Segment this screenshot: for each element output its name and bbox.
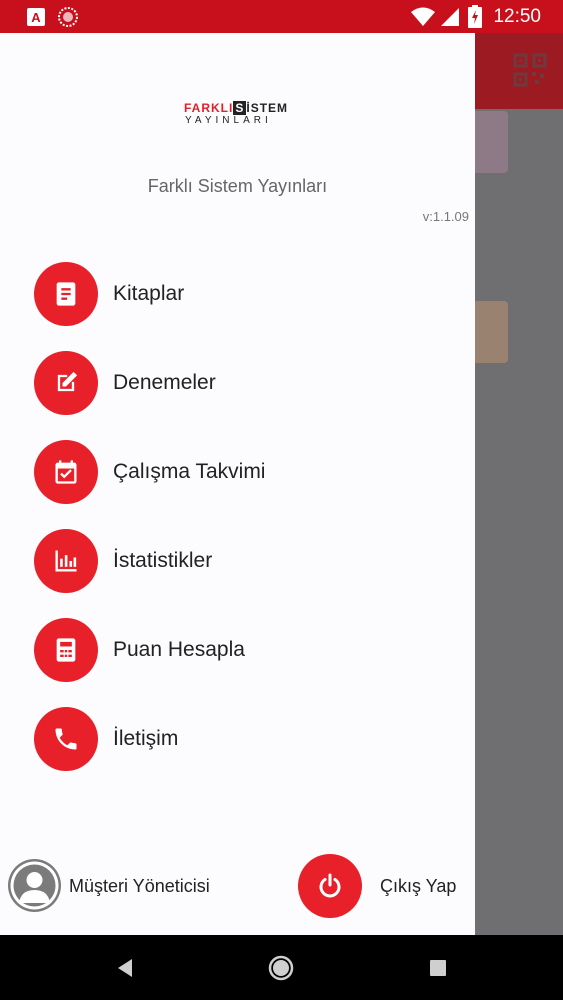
back-icon[interactable] (112, 954, 140, 982)
home-icon[interactable] (267, 954, 295, 982)
app-version: v:1.1.09 (422, 209, 469, 224)
menu-item-istatistikler[interactable]: İstatistikler (34, 529, 454, 593)
customer-manager-button[interactable]: Müşteri Yöneticisi (8, 859, 278, 913)
company-name: Farklı Sistem Yayınları (147, 176, 328, 196)
status-time: 12:50 (493, 6, 541, 27)
recents-icon[interactable] (424, 954, 452, 982)
status-bar: A 12:50 (0, 0, 563, 33)
system-navigation-bar (0, 935, 563, 1000)
calendar-check-icon (34, 440, 98, 504)
bar-chart-icon (34, 529, 98, 593)
menu-item-label: İletişim (113, 727, 179, 750)
avatar (8, 859, 61, 912)
badge-notification-icon (58, 7, 78, 27)
book-icon (34, 262, 98, 326)
phone-icon (34, 707, 98, 771)
navigation-drawer: FARKLI S İSTEM YAYINLARI Farklı Sistem Yay… (0, 33, 475, 935)
logout-button[interactable]: Çıkış Yap (298, 854, 468, 918)
menu-item-iletisim[interactable]: İletişim (34, 707, 454, 771)
app-notification-icon: A (27, 8, 45, 26)
menu-item-kitaplar[interactable]: Kitaplar (34, 262, 454, 326)
logout-label: Çıkış Yap (380, 876, 457, 896)
menu-item-label: İstatistikler (113, 549, 213, 572)
menu-item-label: Denemeler (113, 371, 216, 394)
edit-icon (34, 351, 98, 415)
menu-item-calisma-takvimi[interactable]: Çalışma Takvimi (34, 440, 454, 504)
menu-item-label: Çalışma Takvimi (113, 460, 266, 483)
menu-item-label: Kitaplar (113, 282, 185, 305)
signal-icon (441, 8, 459, 26)
qr-code-icon[interactable] (513, 53, 547, 87)
background-card (475, 111, 508, 173)
customer-manager-label: Müşteri Yöneticisi (69, 876, 210, 896)
wifi-icon (411, 7, 435, 26)
menu-item-label: Puan Hesapla (113, 638, 245, 661)
battery-icon (468, 5, 482, 28)
svg-text:A: A (31, 10, 41, 25)
background-app[interactable] (475, 33, 563, 935)
background-card (475, 301, 508, 363)
calculator-icon (34, 618, 98, 682)
menu-item-denemeler[interactable]: Denemeler (34, 351, 454, 415)
brand-logo: FARKLI S İSTEM YAYINLARI (184, 101, 289, 126)
menu-item-puan-hesapla[interactable]: Puan Hesapla (34, 618, 454, 682)
power-icon (298, 854, 362, 918)
user-icon (10, 861, 59, 910)
background-toolbar (475, 33, 563, 109)
